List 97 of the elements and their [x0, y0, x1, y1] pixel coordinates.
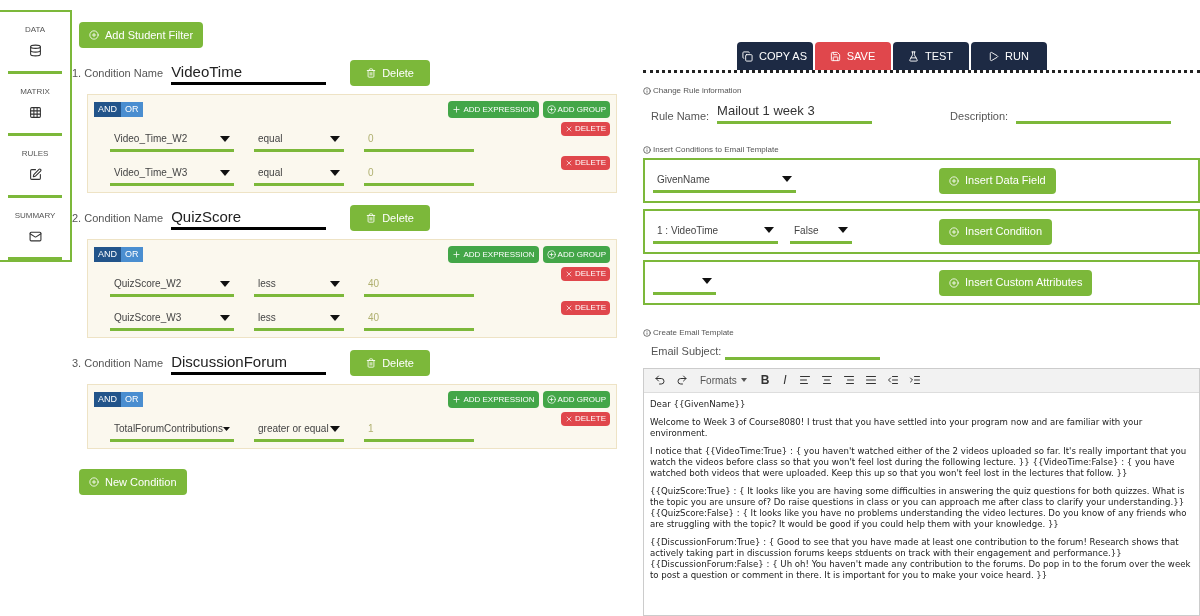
dropdown-field[interactable]: equal: [254, 162, 344, 186]
bold-button[interactable]: B: [756, 371, 774, 389]
delete-rule-button[interactable]: DELETE: [560, 301, 610, 315]
caret-icon: [220, 280, 230, 287]
condition-name-field[interactable]: VideoTime: [171, 61, 327, 85]
close-icon: [564, 159, 573, 167]
plus-circle-icon: [89, 477, 99, 487]
plus-circle-icon: [89, 30, 99, 40]
caret-icon: [220, 314, 230, 321]
flask-icon: [907, 50, 919, 62]
close-icon: [564, 415, 573, 423]
delete-rule-button[interactable]: DELETE: [560, 267, 610, 281]
plus-circle-icon: [949, 277, 959, 288]
italic-button[interactable]: I: [779, 371, 791, 389]
logic-toggle[interactable]: AND: [94, 247, 121, 262]
undo-icon[interactable]: [652, 372, 668, 388]
caret-icon: [220, 135, 230, 142]
condition-label: 1. Condition Name: [72, 65, 164, 81]
section-heading: Insert Conditions to Email Template: [653, 144, 779, 156]
dropdown-field[interactable]: False: [790, 219, 852, 244]
caret-icon: [330, 425, 340, 432]
email-paragraph: Dear {{GivenName}}: [650, 398, 747, 410]
toolbar-button[interactable]: RUN: [970, 42, 1047, 70]
caret-icon: [702, 278, 712, 284]
toolbar-button[interactable]: SAVE: [814, 42, 891, 70]
dropdown-field[interactable]: less: [254, 273, 344, 297]
email-paragraph: {{DiscussionForum:True} : { Good to see that you have made at least one contribution to the forum! Research shows that actively taking part in discussion forums keeps stduents on track with their engagement and performance.}} {{DiscussionForum:False} : { Uh oh! You haven't made any contribution to the forums. Do pop in to the forum over the week to post a question or comment in there. It is important for you to make your voice heard. }}: [650, 536, 1192, 581]
condition-name-field[interactable]: DiscussionForum: [171, 351, 327, 375]
info-icon: [643, 146, 651, 154]
caret-icon: [330, 280, 340, 287]
sidebar-item[interactable]: SUMMARY: [8, 198, 62, 260]
condition-label: 2. Condition Name: [72, 210, 164, 226]
field-label: Description:: [950, 108, 1009, 124]
caret-icon: [838, 227, 848, 233]
sidebar-item[interactable]: MATRIX: [8, 74, 62, 136]
delete-rule-button[interactable]: DELETE: [560, 122, 610, 136]
copy-icon: [741, 50, 753, 62]
toolbar-button[interactable]: COPY AS: [736, 42, 813, 70]
dropdown-field[interactable]: TotalForumContributions: [110, 418, 234, 442]
caret-icon: [330, 169, 340, 176]
plus-circle-icon: [949, 175, 959, 186]
plus-icon: [452, 105, 462, 114]
dropdown-field[interactable]: QuizScore_W2: [110, 273, 234, 297]
plus-circle-icon: [546, 395, 556, 404]
dropdown-field[interactable]: greater or equal: [254, 418, 344, 442]
trash-icon: [366, 68, 377, 78]
close-icon: [564, 125, 573, 133]
formats-menu[interactable]: Formats: [696, 372, 751, 388]
logic-toggle[interactable]: AND: [94, 102, 121, 117]
rule-name-field[interactable]: Mailout 1 week 3: [717, 101, 873, 124]
trash-icon: [366, 358, 377, 368]
dropdown-field[interactable]: 1 : VideoTime: [653, 219, 778, 244]
field-label: Rule Name:: [651, 108, 710, 124]
toolbar-button[interactable]: TEST: [892, 42, 969, 70]
edit-icon: [28, 168, 42, 181]
delete-rule-button[interactable]: DELETE: [560, 156, 610, 170]
delete-rule-button[interactable]: DELETE: [560, 412, 610, 426]
caret-icon: [740, 378, 747, 382]
field-label: Email Subject:: [651, 344, 722, 359]
caret-icon: [764, 227, 774, 233]
condition-name-field[interactable]: QuizScore: [171, 206, 327, 230]
section-heading: Create Email Template: [653, 327, 734, 339]
dropdown-field[interactable]: equal: [254, 128, 344, 152]
sidebar-item[interactable]: RULES: [8, 136, 62, 198]
grid-icon: [28, 106, 42, 119]
info-icon: [643, 87, 651, 95]
dropdown-field[interactable]: GivenName: [653, 168, 796, 193]
logic-toggle[interactable]: AND: [94, 392, 121, 407]
plus-icon: [452, 395, 462, 404]
dropdown-field[interactable]: QuizScore_W3: [110, 307, 234, 331]
play-icon: [988, 50, 1000, 62]
dropdown-field[interactable]: Video_Time_W2: [110, 128, 234, 152]
sidebar-item[interactable]: DATA: [8, 12, 62, 74]
caret-icon: [220, 169, 230, 176]
plus-circle-icon: [546, 250, 556, 259]
redo-icon[interactable]: [674, 372, 690, 388]
database-icon: [28, 44, 42, 57]
condition-label: 3. Condition Name: [72, 355, 164, 371]
plus-icon: [452, 250, 462, 259]
dropdown-field[interactable]: Video_Time_W3: [110, 162, 234, 186]
close-icon: [564, 304, 573, 312]
caret-icon: [330, 135, 340, 142]
email-paragraph: I notice that {{VideoTime:True} : { you haven't watched either of the 2 videos uploaded so far. It's really important that you watch the videos before class so that you won't feel lost during the following lecture. }} {{VideoTime:False} : { you have watched both videos that were uploaded. Keep this up so that you won't feel lost in the lectures that follow. }}: [650, 445, 1188, 479]
caret-icon: [782, 176, 792, 182]
close-icon: [564, 270, 573, 278]
email-paragraph: Welcome to Week 3 of Course8080! I trust that you have settled into your program now and are familiar with your environment.: [650, 416, 1144, 439]
mail-icon: [28, 230, 42, 243]
caret-icon: [222, 425, 230, 432]
plus-circle-icon: [546, 105, 556, 114]
caret-icon: [330, 314, 340, 321]
trash-icon: [366, 213, 377, 223]
email-paragraph: {{QuizScore:True} : { It looks like you are having some difficulties in answering the quiz questions for both quizzes. What is the topic you are unsure of? Do raise questions in class or you can approach me after class to clarify your understanding.}} {{QuizScore:False} : { It looks like you have no problems understanding the video lectures. Do you know of any friends who are struggling with the topic? It would be good if you could help them with your knowledge. }}: [650, 485, 1188, 530]
info-icon: [643, 329, 651, 337]
save-icon: [829, 50, 841, 62]
section-heading: Change Rule information: [653, 85, 742, 97]
dropdown-field[interactable]: less: [254, 307, 344, 331]
plus-circle-icon: [949, 226, 959, 237]
